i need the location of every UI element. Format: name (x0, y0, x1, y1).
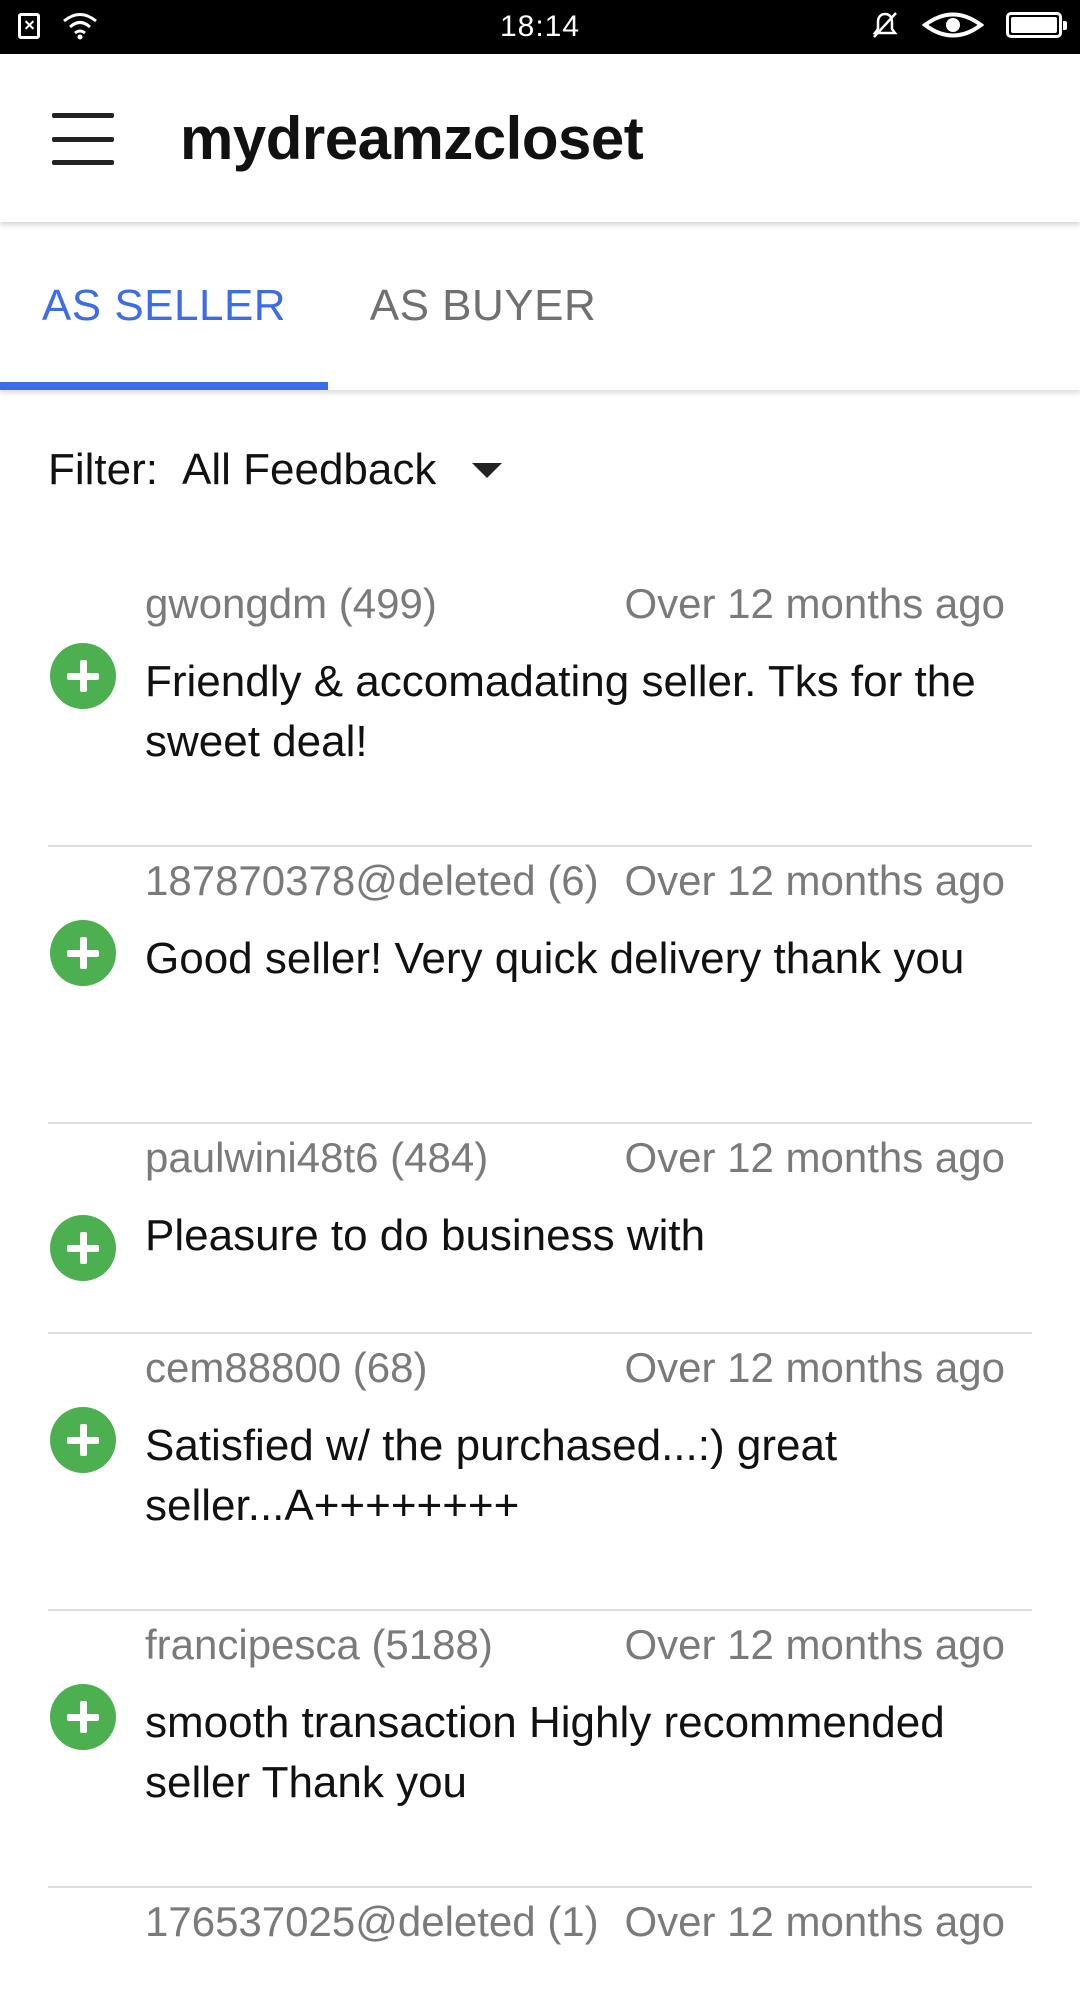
feedback-meta: francipesca (5188) Over 12 months ago (145, 1621, 1005, 1675)
feedback-meta: 176537025@deleted (1) Over 12 months ago (145, 1898, 1005, 1952)
feedback-username[interactable]: gwongdm (499) (145, 580, 437, 628)
positive-plus-icon (50, 920, 116, 986)
dropdown-arrow-icon (472, 462, 503, 478)
feedback-time: Over 12 months ago (624, 1898, 1005, 1945)
tab-selected-indicator (0, 382, 328, 390)
feedback-item[interactable]: paulwini48t6 (484) Over 12 months ago Pl… (48, 1124, 1032, 1334)
feedback-username[interactable]: cem88800 (68) (145, 1344, 428, 1392)
positive-plus-icon (50, 1407, 116, 1473)
feedback-item[interactable]: gwongdm (499) Over 12 months ago Friendl… (48, 570, 1032, 847)
positive-plus-icon (50, 1215, 116, 1281)
feedback-username[interactable]: 187870378@deleted (6) (145, 857, 599, 905)
feedback-meta: gwongdm (499) Over 12 months ago (145, 580, 1005, 634)
feedback-comment: Friendly & accomadating seller. Tks for … (145, 657, 976, 766)
feedback-time: Over 12 months ago (624, 857, 1005, 904)
feedback-comment: Satisfied w/ the purchased...:) great se… (145, 1421, 838, 1530)
tab-as-seller[interactable]: AS SELLER (0, 222, 328, 390)
positive-plus-icon (50, 643, 116, 709)
eye-icon (922, 12, 984, 38)
page-title: mydreamzcloset (180, 105, 644, 172)
feedback-item[interactable]: 187870378@deleted (6) Over 12 months ago… (48, 847, 1032, 1124)
battery-icon (1006, 12, 1067, 38)
feedback-meta: paulwini48t6 (484) Over 12 months ago (145, 1134, 1005, 1188)
hamburger-menu-icon (52, 113, 114, 165)
feedback-item[interactable]: 176537025@deleted (1) Over 12 months ago (48, 1888, 1032, 2008)
feedback-comment: smooth transaction Highly recommended se… (145, 1698, 945, 1807)
feedback-username[interactable]: 176537025@deleted (1) (145, 1898, 599, 1946)
feedback-comment: Pleasure to do business with (145, 1211, 706, 1260)
tab-as-buyer[interactable]: AS BUYER (328, 222, 638, 390)
positive-plus-icon (50, 1684, 116, 1750)
feedback-list: gwongdm (499) Over 12 months ago Friendl… (0, 570, 1080, 2008)
status-bar-right (870, 10, 1067, 40)
feedback-filter-dropdown[interactable]: Filter: All Feedback (48, 445, 503, 495)
feedback-time: Over 12 months ago (624, 1134, 1005, 1181)
feedback-username[interactable]: francipesca (5188) (145, 1621, 493, 1669)
feedback-username[interactable]: paulwini48t6 (484) (145, 1134, 488, 1182)
feedback-item[interactable]: cem88800 (68) Over 12 months ago Satisfi… (48, 1334, 1032, 1611)
filter-value: All Feedback (182, 445, 437, 494)
tab-bar: AS SELLER AS BUYER (0, 222, 1080, 390)
feedback-time: Over 12 months ago (624, 1344, 1005, 1391)
notifications-off-icon (872, 12, 898, 38)
status-bar: 18:14 (0, 0, 1080, 54)
feedback-time: Over 12 months ago (624, 580, 1005, 627)
feedback-comment: Good seller! Very quick delivery thank y… (145, 934, 965, 983)
feedback-meta: 187870378@deleted (6) Over 12 months ago (145, 857, 1005, 911)
feedback-meta: cem88800 (68) Over 12 months ago (145, 1344, 1005, 1398)
menu-button[interactable] (48, 104, 118, 174)
filter-label: Filter: (48, 445, 158, 494)
app-bar: mydreamzcloset (0, 54, 1080, 222)
feedback-item[interactable]: francipesca (5188) Over 12 months ago sm… (48, 1611, 1032, 1888)
feedback-time: Over 12 months ago (624, 1621, 1005, 1668)
